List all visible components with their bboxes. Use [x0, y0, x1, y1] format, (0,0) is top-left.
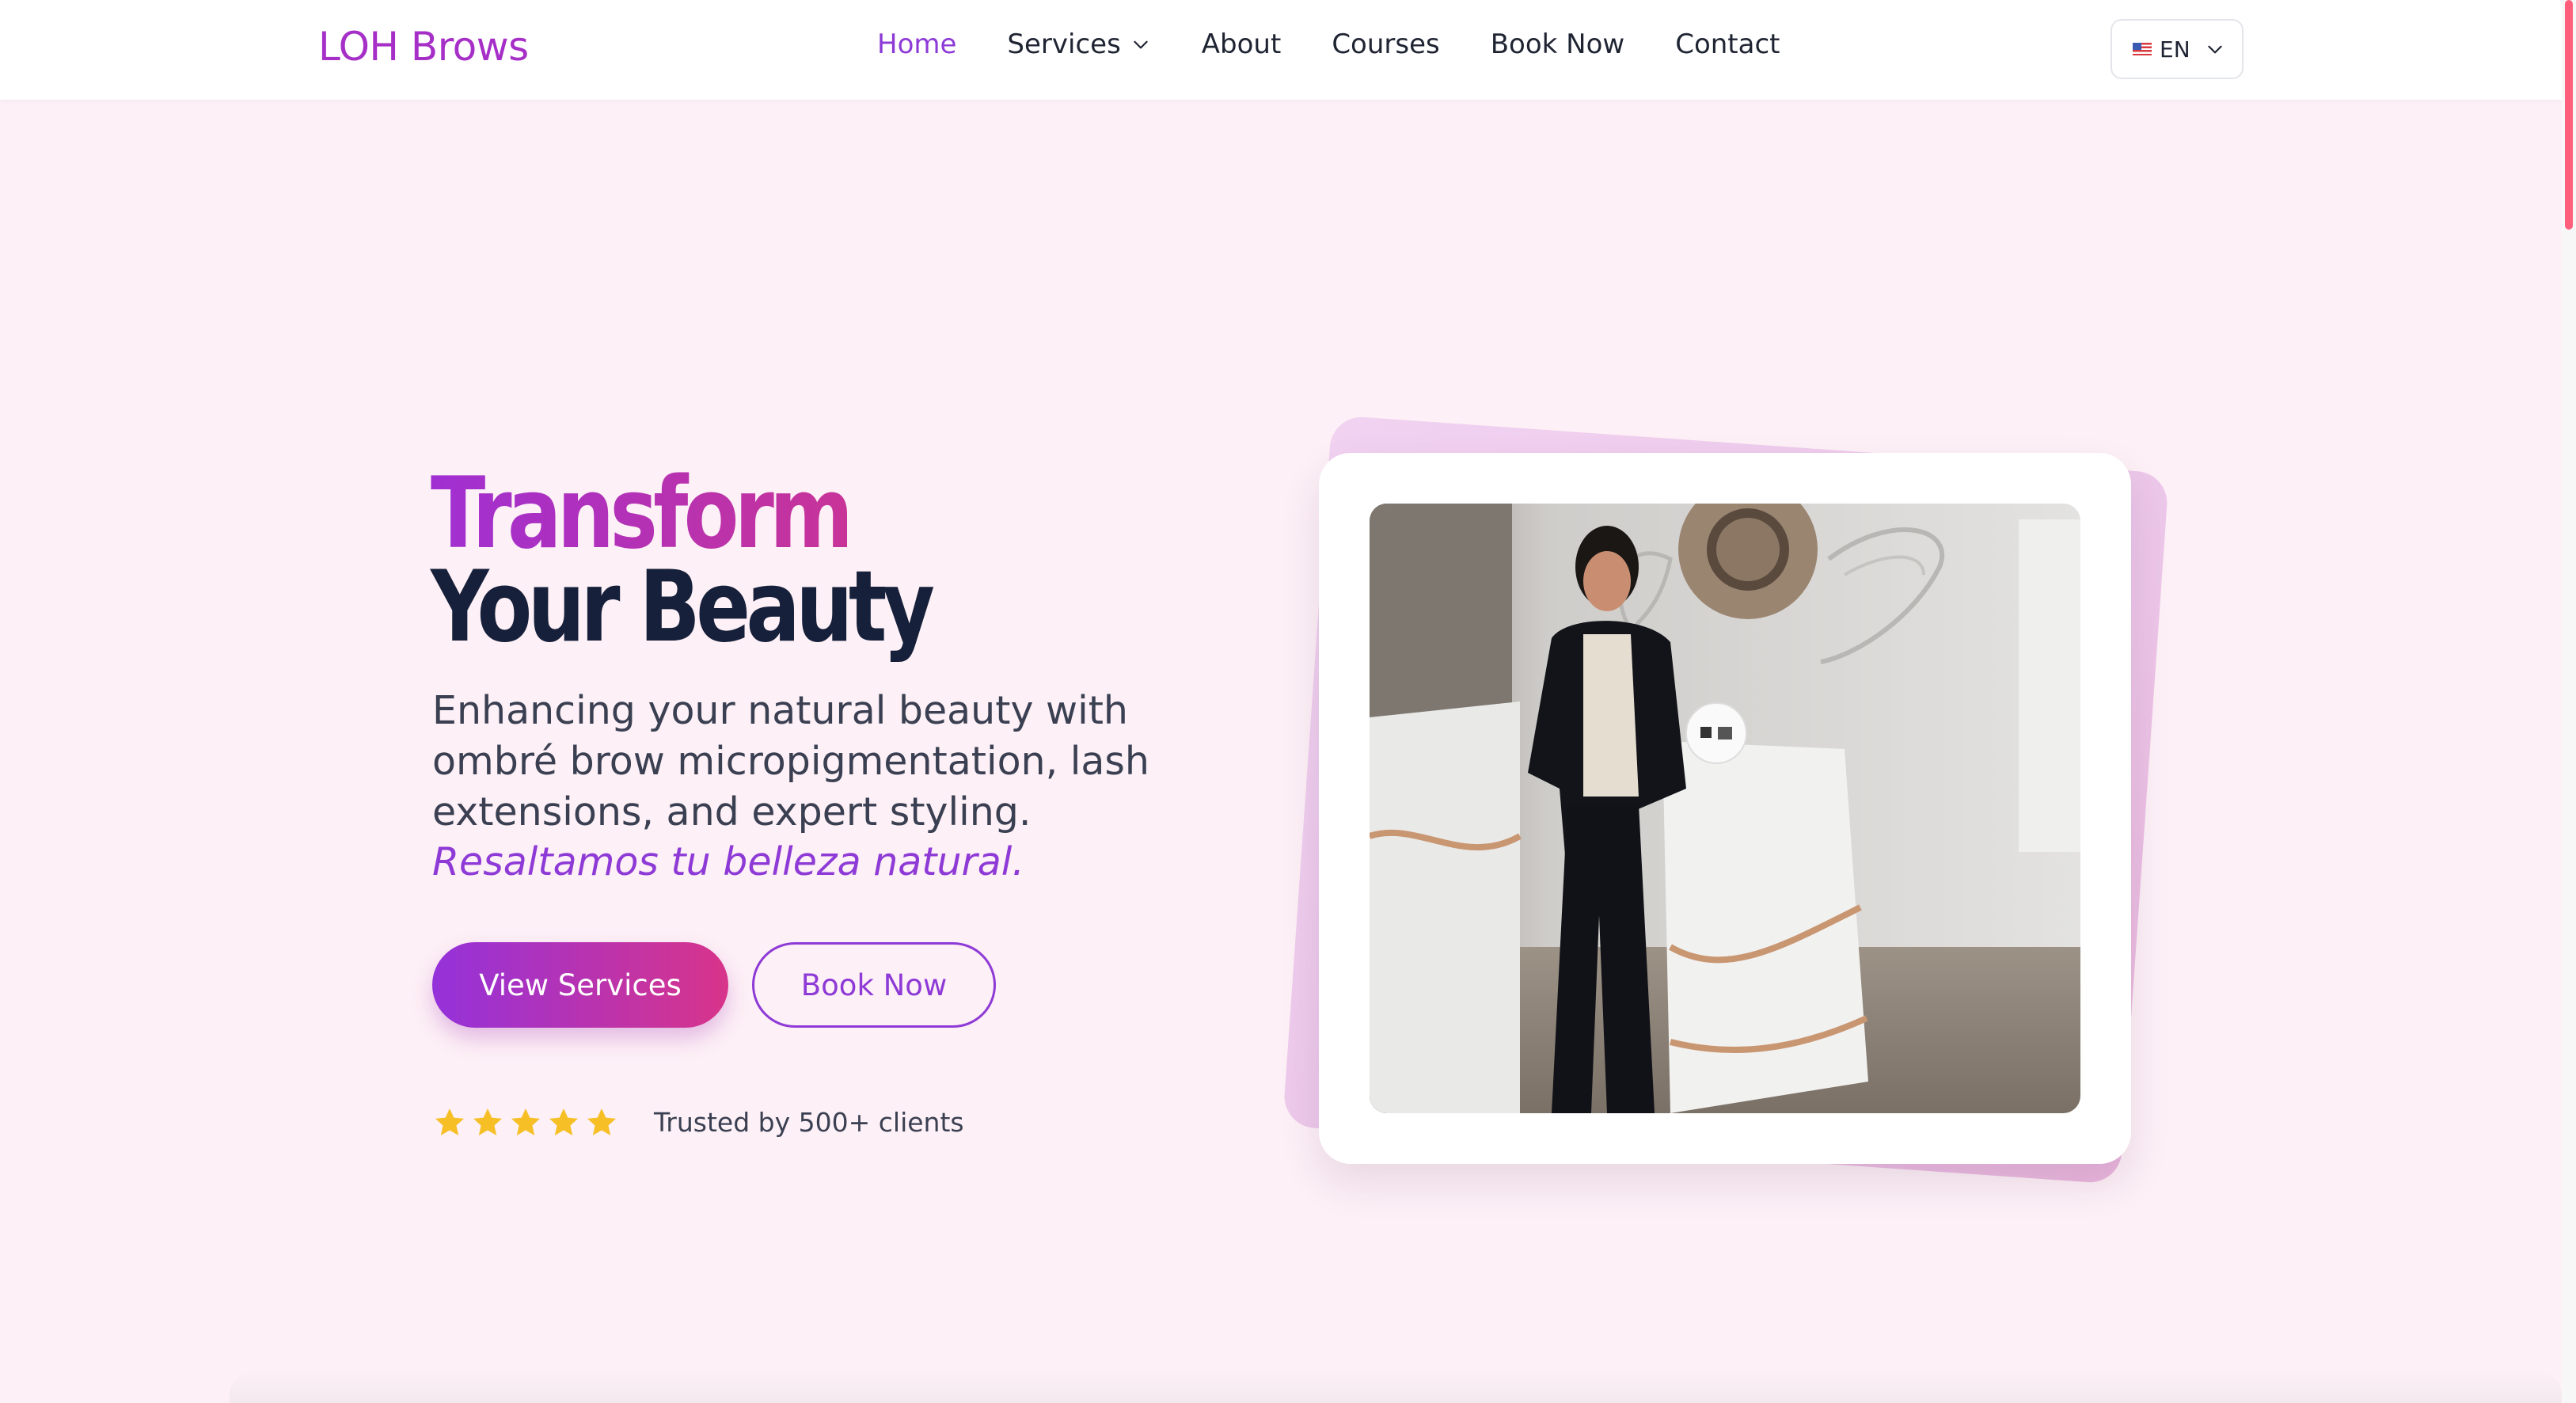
hero-title-line2: Your Beauty	[431, 550, 935, 664]
trusted-text: Trusted by 500+ clients	[654, 1107, 964, 1138]
book-now-button[interactable]: Book Now	[752, 942, 996, 1028]
scrollbar-thumb[interactable]	[2565, 0, 2573, 230]
salon-photo-illustration	[1370, 504, 2080, 1113]
nav-item-courses[interactable]: Courses	[1332, 29, 1439, 60]
star-icon	[435, 1108, 464, 1135]
site-header: LOH Brows Home Services About Courses Bo…	[0, 0, 2562, 100]
nav-item-about[interactable]: About	[1202, 29, 1282, 60]
chevron-down-icon	[2207, 45, 2222, 54]
salon-photo	[1370, 504, 2080, 1113]
star-icon	[473, 1108, 502, 1135]
us-flag-icon	[2133, 43, 2152, 55]
rating-stars	[432, 1105, 622, 1140]
next-section-edge	[230, 1371, 2562, 1403]
star-icon	[511, 1108, 540, 1135]
nav-item-home[interactable]: Home	[877, 29, 956, 60]
nav-item-label: Courses	[1332, 29, 1440, 60]
nav-item-label: About	[1201, 29, 1282, 60]
nav-item-contact[interactable]: Contact	[1675, 29, 1780, 60]
hero-tagline: Resaltamos tu belleza natural.	[432, 839, 1024, 884]
language-selector[interactable]: EN	[2111, 19, 2244, 79]
nav-item-label: Home	[877, 29, 957, 60]
brand-logo[interactable]: LOH Brows	[318, 24, 529, 70]
nav-item-services[interactable]: Services	[1007, 29, 1150, 60]
star-icon	[549, 1108, 578, 1135]
nav-item-label: Book Now	[1490, 29, 1625, 60]
chevron-down-icon	[1134, 40, 1148, 49]
hero-subtitle: Enhancing your natural beauty with ombré…	[432, 688, 1149, 835]
main-nav: Home Services About Courses Book Now Con…	[877, 29, 1830, 60]
nav-item-label: Services	[1007, 29, 1121, 60]
hero-title: Transform Your Beauty	[431, 465, 935, 664]
hero-title-line1: Transform	[431, 465, 930, 563]
star-icon	[587, 1108, 616, 1135]
nav-item-book-now[interactable]: Book Now	[1491, 29, 1624, 60]
language-code: EN	[2160, 36, 2190, 63]
nav-item-label: Contact	[1675, 29, 1780, 60]
view-services-button[interactable]: View Services	[432, 942, 728, 1028]
